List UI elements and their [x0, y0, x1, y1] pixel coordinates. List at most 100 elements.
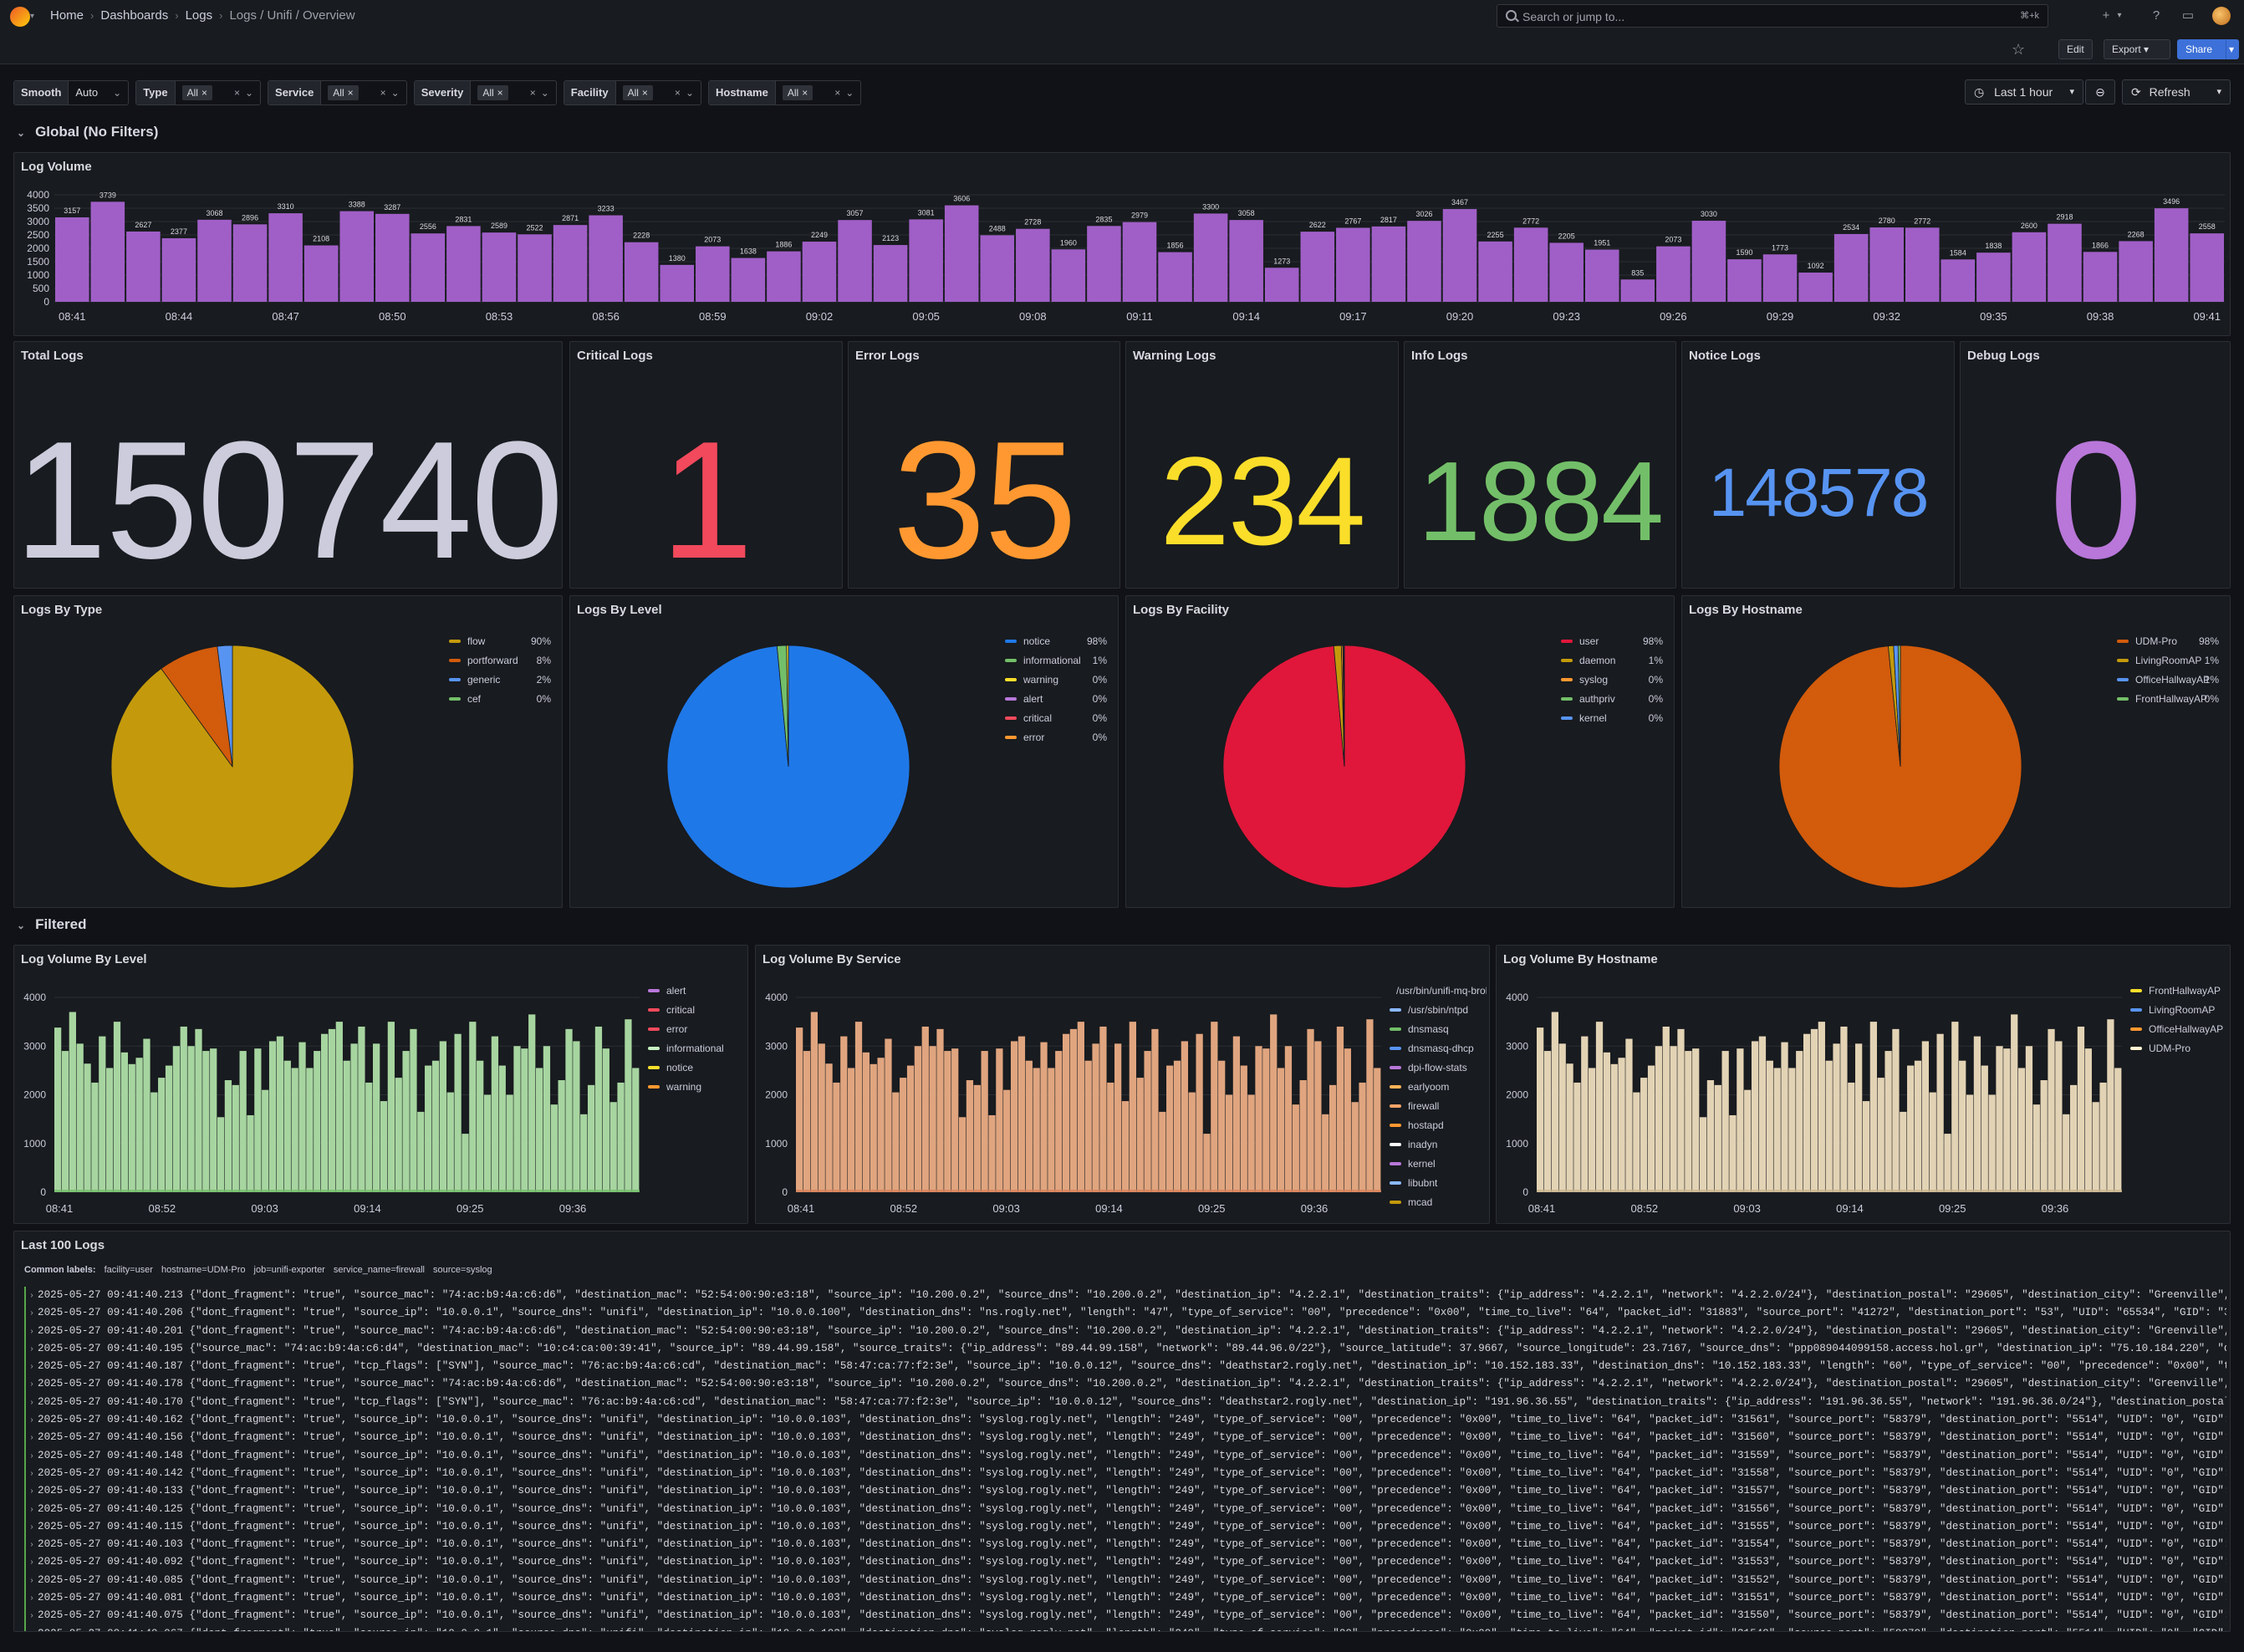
log-row[interactable]: › 2025-05-27 09:41:40.206 {"dont_fragment… — [24, 1304, 2226, 1323]
zoom-out-button[interactable]: ⊖ — [2085, 79, 2115, 105]
legend-item[interactable]: dpi-flow-stats — [1390, 1058, 1487, 1077]
log-row[interactable]: › 2025-05-27 09:41:40.195 {"source_mac": … — [24, 1339, 2226, 1359]
news-icon[interactable]: ▭ — [2179, 7, 2197, 25]
edit-button[interactable]: Edit — [2058, 39, 2093, 59]
log-row[interactable]: › 2025-05-27 09:41:40.067 {"dont_fragment… — [24, 1624, 2226, 1631]
time-range-picker[interactable]: ◷ Last 1 hour ▾ — [1965, 79, 2083, 105]
legend-item[interactable]: cef 0% — [449, 689, 551, 708]
variable-value[interactable]: Auto ⌄ — [69, 81, 128, 105]
search-input[interactable]: Search or jump to... ⌘+k — [1497, 4, 2048, 28]
legend-item[interactable]: notice — [648, 1058, 745, 1077]
variable-severity[interactable]: Severity All × × ⌄ — [413, 80, 557, 105]
legend-item[interactable]: warning 0% — [1005, 670, 1107, 689]
chevron-down-icon[interactable]: ⌄ — [245, 81, 253, 105]
log-row[interactable]: › 2025-05-27 09:41:40.148 {"dont_fragment… — [24, 1446, 2226, 1465]
help-icon[interactable]: ? — [2147, 7, 2165, 25]
legend-item[interactable]: OfficeHallwayAP — [2130, 1019, 2227, 1038]
log-row[interactable]: › 2025-05-27 09:41:40.103 {"dont_fragment… — [24, 1536, 2226, 1554]
expand-row-icon[interactable]: › — [29, 1292, 34, 1301]
avatar[interactable] — [2212, 7, 2231, 25]
chevron-down-icon[interactable]: ⌄ — [541, 81, 549, 105]
legend-item[interactable]: OfficeHallwayAP 1% — [2117, 670, 2219, 689]
expand-row-icon[interactable]: › — [29, 1630, 34, 1631]
expand-row-icon[interactable]: › — [29, 1577, 34, 1586]
clear-icon[interactable]: × — [530, 81, 536, 105]
log-row[interactable]: › 2025-05-27 09:41:40.156 {"dont_fragment… — [24, 1429, 2226, 1447]
chevron-down-icon[interactable]: ⌄ — [113, 81, 121, 105]
expand-row-icon[interactable]: › — [29, 1558, 34, 1568]
expand-row-icon[interactable]: › — [29, 1328, 34, 1337]
log-row[interactable]: › 2025-05-27 09:41:40.170 {"dont_fragment… — [24, 1393, 2226, 1412]
breadcrumb-home[interactable]: Home — [50, 8, 84, 23]
legend-item[interactable]: portforward 8% — [449, 650, 551, 670]
refresh-interval-chevron-icon[interactable]: ▾ — [2216, 80, 2221, 104]
row-global[interactable]: ⌄ Global (No Filters) — [17, 124, 158, 140]
variable-chip[interactable]: All × — [328, 85, 359, 100]
legend-item[interactable]: critical — [648, 1000, 745, 1019]
legend-item[interactable]: LivingRoomAP 1% — [2117, 650, 2219, 670]
legend-item[interactable]: alert 0% — [1005, 689, 1107, 708]
remove-chip-icon[interactable]: × — [802, 87, 808, 99]
legend-item[interactable]: libubnt — [1390, 1173, 1487, 1192]
legend-item[interactable]: user 98% — [1561, 631, 1663, 650]
variable-value[interactable]: All × × ⌄ — [776, 81, 860, 105]
log-row[interactable]: › 2025-05-27 09:41:40.092 {"dont_fragment… — [24, 1553, 2226, 1572]
variable-chip[interactable]: All × — [477, 85, 508, 100]
chevron-down-icon[interactable]: ▾ — [30, 12, 34, 21]
expand-row-icon[interactable]: › — [29, 1594, 34, 1604]
legend-item[interactable]: dnsmasq — [1390, 1019, 1487, 1038]
variable-hostname[interactable]: Hostname All × × ⌄ — [708, 80, 862, 105]
chevron-down-icon[interactable]: ⌄ — [391, 81, 400, 105]
legend-item[interactable]: FrontHallwayAP — [2130, 981, 2227, 1000]
expand-row-icon[interactable]: › — [29, 1416, 34, 1425]
legend-item[interactable]: notice 98% — [1005, 631, 1107, 650]
star-icon[interactable]: ☆ — [2012, 41, 2025, 59]
expand-row-icon[interactable]: › — [29, 1363, 34, 1372]
expand-row-icon[interactable]: › — [29, 1452, 34, 1461]
legend-item[interactable]: /usr/sbin/ntpd — [1390, 1000, 1487, 1019]
log-row[interactable]: › 2025-05-27 09:41:40.187 {"dont_fragment… — [24, 1358, 2226, 1376]
grafana-logo-icon[interactable] — [10, 7, 30, 27]
variable-service[interactable]: Service All × × ⌄ — [268, 80, 407, 105]
variable-value[interactable]: All × × ⌄ — [616, 81, 701, 105]
remove-chip-icon[interactable]: × — [642, 87, 648, 99]
variable-value[interactable]: All × × ⌄ — [471, 81, 555, 105]
legend-item[interactable]: firewall — [1390, 1096, 1487, 1115]
legend-item[interactable]: flow 90% — [449, 631, 551, 650]
chevron-down-icon[interactable]: ⌄ — [845, 81, 854, 105]
expand-row-icon[interactable]: › — [29, 1541, 34, 1550]
chevron-down-icon[interactable]: ⌄ — [686, 81, 694, 105]
legend-item[interactable]: authpriv 0% — [1561, 689, 1663, 708]
legend-item[interactable]: critical 0% — [1005, 708, 1107, 727]
expand-row-icon[interactable]: › — [29, 1506, 34, 1515]
remove-chip-icon[interactable]: × — [201, 87, 207, 99]
legend-item[interactable]: /usr/bin/unifi-mq-broker — [1390, 981, 1487, 1000]
expand-row-icon[interactable]: › — [29, 1345, 34, 1354]
export-button[interactable]: Export ▾ — [2104, 39, 2170, 59]
legend-item[interactable]: error 0% — [1005, 727, 1107, 747]
variable-chip[interactable]: All × — [782, 85, 813, 100]
legend-item[interactable]: earlyoom — [1390, 1077, 1487, 1096]
legend-item[interactable]: kernel — [1390, 1154, 1487, 1173]
expand-row-icon[interactable]: › — [29, 1380, 34, 1389]
legend-item[interactable]: warning — [648, 1077, 745, 1096]
variable-facility[interactable]: Facility All × × ⌄ — [563, 80, 701, 105]
log-row[interactable]: › 2025-05-27 09:41:40.178 {"dont_fragment… — [24, 1375, 2226, 1394]
clear-icon[interactable]: × — [675, 81, 681, 105]
expand-row-icon[interactable]: › — [29, 1399, 34, 1408]
legend-item[interactable]: alert — [648, 981, 745, 1000]
breadcrumb-dashboards[interactable]: Dashboards — [100, 8, 168, 23]
legend-item[interactable]: hostapd — [1390, 1115, 1487, 1134]
clear-icon[interactable]: × — [234, 81, 240, 105]
expand-row-icon[interactable]: › — [29, 1470, 34, 1479]
legend-item[interactable]: dnsmasq-dhcp — [1390, 1038, 1487, 1058]
legend-item[interactable]: FrontHallwayAP 0% — [2117, 689, 2219, 708]
log-row[interactable]: › 2025-05-27 09:41:40.125 {"dont_fragment… — [24, 1500, 2226, 1518]
variable-chip[interactable]: All × — [181, 85, 212, 100]
remove-chip-icon[interactable]: × — [348, 87, 354, 99]
legend-item[interactable]: inadyn — [1390, 1134, 1487, 1154]
expand-row-icon[interactable]: › — [29, 1309, 34, 1318]
chevron-down-icon[interactable]: ▾ — [2110, 7, 2129, 25]
clear-icon[interactable]: × — [834, 81, 840, 105]
legend-item[interactable]: error — [648, 1019, 745, 1038]
